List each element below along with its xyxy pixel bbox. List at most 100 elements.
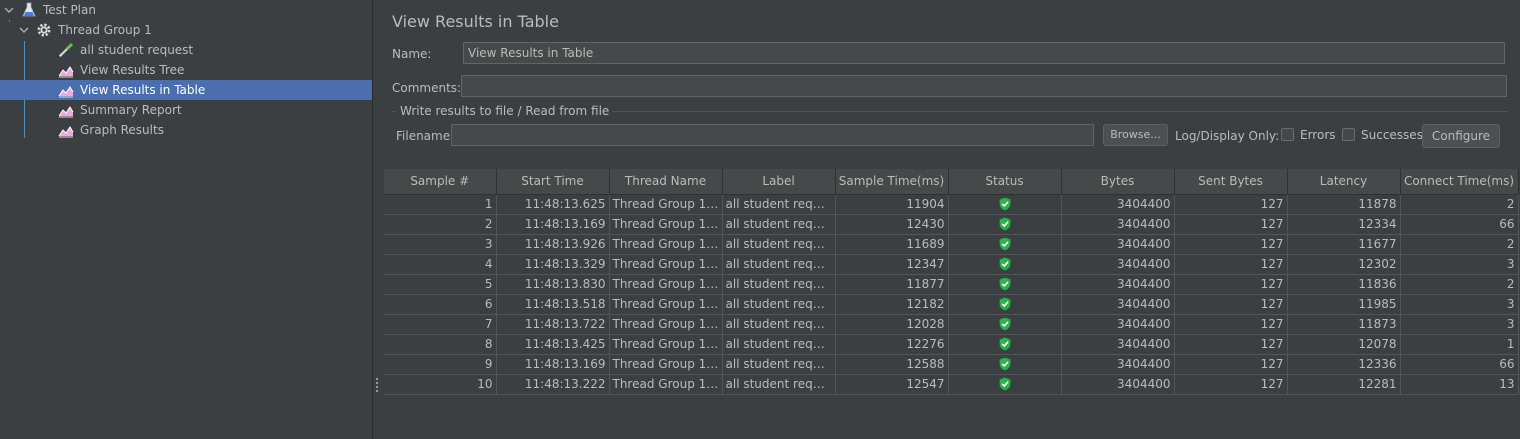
table-cell: 12182 xyxy=(835,294,949,315)
tree-item-label: Test Plan xyxy=(43,3,96,17)
table-cell: 11677 xyxy=(1287,234,1401,255)
table-cell: 12430 xyxy=(835,214,949,235)
table-row[interactable]: 5 11:48:13.830 Thread Group 1 1-9 all stude… xyxy=(384,274,1519,295)
table-row[interactable]: 8 11:48:13.425 Thread Group 1 1-5 all stude… xyxy=(384,334,1519,355)
success-shield-icon xyxy=(998,377,1012,392)
table-row[interactable]: 7 11:48:13.722 Thread Group 1 1-8 all stude… xyxy=(384,314,1519,335)
table-cell: 127 xyxy=(1174,314,1288,335)
column-header[interactable]: Thread Name xyxy=(609,169,723,195)
errors-label: Errors xyxy=(1300,128,1336,142)
table-cell: all student request xyxy=(722,334,836,355)
column-header[interactable]: Sent Bytes xyxy=(1174,169,1288,195)
table-cell: 11985 xyxy=(1287,294,1401,315)
tree-item-label: Graph Results xyxy=(80,123,164,137)
table-cell: 12281 xyxy=(1287,374,1401,395)
column-header[interactable]: Sample Time(ms) xyxy=(835,169,949,195)
results-table[interactable]: Sample # Start Time Thread Name Label Sample… xyxy=(384,169,1519,439)
column-header[interactable]: Bytes xyxy=(1061,169,1175,195)
filename-field[interactable] xyxy=(451,124,1094,146)
tree-item-label: Thread Group 1 xyxy=(58,23,152,37)
table-cell: all student request xyxy=(722,374,836,395)
table-cell: 12347 xyxy=(835,254,949,275)
configure-button[interactable]: Configure xyxy=(1422,124,1500,148)
table-header-row: Sample # Start Time Thread Name Label Sample… xyxy=(384,169,1519,195)
table-cell: 3404400 xyxy=(1061,254,1175,275)
browse-button[interactable]: Browse... xyxy=(1103,124,1168,146)
table-row[interactable]: 1 11:48:13.625 Thread Group 1 1-7 all stude… xyxy=(384,193,1519,215)
table-cell: Thread Group 1 1... xyxy=(609,234,723,255)
table-cell: Thread Group 1 1-5 xyxy=(609,334,723,355)
tree-item-view-results-in-table[interactable]: View Results in Table xyxy=(0,80,372,100)
gear-icon xyxy=(36,22,52,38)
tree-item-all-student-request[interactable]: all student request xyxy=(0,40,372,60)
table-cell: 3404400 xyxy=(1061,274,1175,295)
column-header[interactable]: Latency xyxy=(1287,169,1401,195)
comments-field[interactable] xyxy=(461,75,1507,97)
pipette-icon xyxy=(58,42,74,58)
table-cell: Thread Group 1 1-9 xyxy=(609,274,723,295)
tree-item-view-results-tree[interactable]: View Results Tree xyxy=(0,60,372,80)
table-cell: 127 xyxy=(1174,274,1288,295)
table-cell: 3 xyxy=(1400,294,1519,315)
table-cell: Thread Group 1 1-2 xyxy=(609,354,723,375)
table-cell: 2 xyxy=(1400,193,1519,215)
table-cell xyxy=(948,314,1062,335)
table-cell: 13 xyxy=(1400,374,1519,395)
successes-label: Successes xyxy=(1361,128,1423,142)
successes-checkbox[interactable] xyxy=(1342,128,1355,141)
table-cell: 11:48:13.926 xyxy=(496,234,610,255)
column-header[interactable]: Connect Time(ms) xyxy=(1400,169,1519,195)
table-cell xyxy=(948,254,1062,275)
column-header[interactable]: Sample # xyxy=(384,169,497,195)
table-cell: 2 xyxy=(384,214,497,235)
table-cell: 66 xyxy=(1400,214,1519,235)
table-cell: 11904 xyxy=(835,193,949,215)
table-row[interactable]: 2 11:48:13.169 Thread Group 1 1-1 all stude… xyxy=(384,214,1519,235)
name-label: Name: xyxy=(392,47,432,61)
filename-label: Filename xyxy=(396,129,451,143)
table-cell: 3 xyxy=(1400,254,1519,275)
column-header[interactable]: Start Time xyxy=(496,169,610,195)
table-cell: Thread Group 1 1-4 xyxy=(609,254,723,275)
table-cell: all student request xyxy=(722,193,836,215)
table-row[interactable]: 6 11:48:13.518 Thread Group 1 1-6 all stude… xyxy=(384,294,1519,315)
tree-item-test-plan[interactable]: Test Plan xyxy=(0,0,372,20)
pane-splitter[interactable] xyxy=(372,0,381,439)
chevron-down-icon[interactable] xyxy=(18,24,30,36)
table-cell: 3 xyxy=(1400,314,1519,335)
tree-item-thread-group[interactable]: Thread Group 1 xyxy=(0,20,372,40)
success-shield-icon xyxy=(998,277,1012,292)
table-cell: 66 xyxy=(1400,354,1519,375)
tree-item-label: all student request xyxy=(80,43,194,57)
table-cell: all student request xyxy=(722,354,836,375)
table-row[interactable]: 9 11:48:13.169 Thread Group 1 1-2 all stude… xyxy=(384,354,1519,375)
table-cell: 1 xyxy=(384,193,497,215)
table-cell: 5 xyxy=(384,274,497,295)
table-row[interactable]: 3 11:48:13.926 Thread Group 1 1... all stud… xyxy=(384,234,1519,255)
success-shield-icon xyxy=(998,317,1012,332)
splitter-grip-icon xyxy=(376,378,379,392)
table-cell: 12334 xyxy=(1287,214,1401,235)
success-shield-icon xyxy=(998,217,1012,232)
table-cell: 12336 xyxy=(1287,354,1401,375)
column-header[interactable]: Status xyxy=(948,169,1062,195)
table-cell: 11:48:13.169 xyxy=(496,214,610,235)
table-cell: 3404400 xyxy=(1061,334,1175,355)
name-field[interactable] xyxy=(463,42,1505,64)
table-cell: 11689 xyxy=(835,234,949,255)
chevron-down-icon[interactable] xyxy=(3,4,15,16)
success-shield-icon xyxy=(998,197,1012,212)
table-cell: Thread Group 1 1-3 xyxy=(609,374,723,395)
table-cell: 2 xyxy=(1400,234,1519,255)
table-row[interactable]: 10 11:48:13.222 Thread Group 1 1-3 all stud… xyxy=(384,374,1519,395)
table-cell: 12028 xyxy=(835,314,949,335)
errors-checkbox[interactable] xyxy=(1281,128,1294,141)
tree-item-summary-report[interactable]: Summary Report xyxy=(0,100,372,120)
tree-item-graph-results[interactable]: Graph Results xyxy=(0,120,372,140)
table-cell: 11836 xyxy=(1287,274,1401,295)
column-header[interactable]: Label xyxy=(722,169,836,195)
table-cell: 127 xyxy=(1174,193,1288,215)
table-cell xyxy=(948,234,1062,255)
table-row[interactable]: 4 11:48:13.329 Thread Group 1 1-4 all stude… xyxy=(384,254,1519,275)
table-cell: 3404400 xyxy=(1061,234,1175,255)
